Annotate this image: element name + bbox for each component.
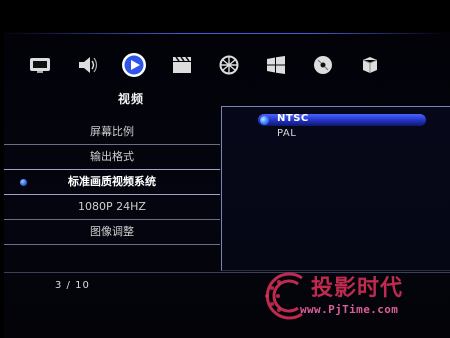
speaker-icon[interactable] [73,51,101,79]
option-pal[interactable]: PAL [277,128,296,139]
menu-item-picture-adjust[interactable]: 图像调整 [4,220,220,245]
tv-icon[interactable] [26,51,54,79]
options-panel: NTSC PAL [221,106,450,271]
section-title: 视频 [117,92,144,106]
menu-item-label: 标准画质视频系统 [68,175,156,188]
watermark-logo-icon [258,266,314,330]
menu-item-aspect-ratio[interactable]: 屏幕比例 [4,120,220,145]
network-globe-icon[interactable] [215,51,243,79]
menu-item-sd-video-system[interactable]: 标准画质视频系统 [4,169,220,195]
category-icon-bar [0,51,450,83]
menu-item-output-format[interactable]: 输出格式 [4,145,220,170]
menu-item-label: 屏幕比例 [90,125,134,138]
radio-selected-icon [260,116,269,125]
play-video-icon[interactable] [120,51,148,79]
disc-icon[interactable] [309,51,337,79]
top-divider [4,33,444,34]
clapperboard-icon[interactable] [168,51,196,79]
watermark-text: 投影时代 [311,276,404,301]
menu-item-1080p-24hz[interactable]: 1080P 24HZ [4,195,220,220]
page-indicator: 3 / 10 [55,280,90,291]
menu-item-label: 图像调整 [90,225,134,238]
selected-bullet-icon [20,179,27,186]
menu-item-label: 输出格式 [90,150,134,163]
watermark-url: www.PjTime.com [300,303,399,316]
menu-item-label: 1080P 24HZ [78,200,146,213]
windows-icon[interactable] [262,51,290,79]
box-icon[interactable] [356,51,384,79]
settings-menu: 屏幕比例 输出格式 标准画质视频系统 1080P 24HZ 图像调整 [4,120,220,245]
option-ntsc[interactable]: NTSC [277,113,309,124]
